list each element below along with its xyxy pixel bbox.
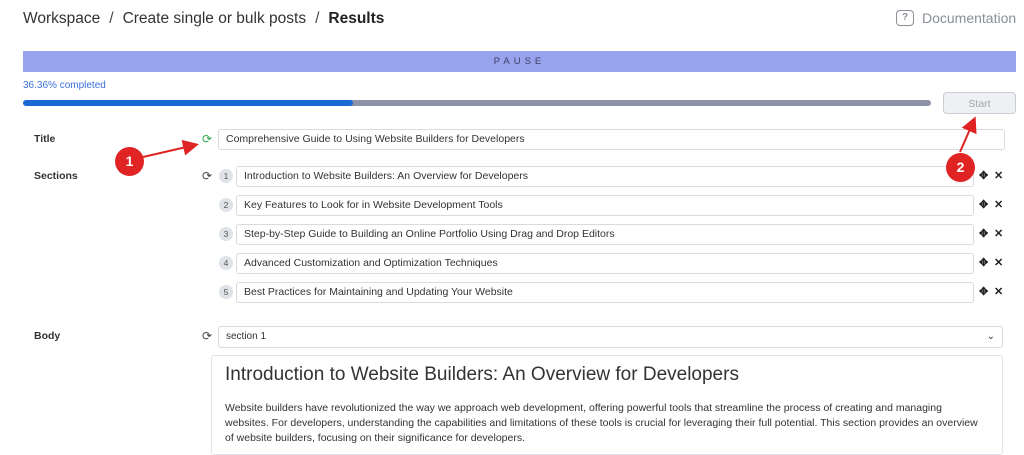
annotation-arrow-1 [142, 139, 199, 158]
annotation-badge-1: 1 [115, 147, 144, 176]
annotation-arrows [142, 116, 977, 158]
annotation-arrow-2 [959, 116, 977, 153]
annotation-badge-2: 2 [946, 153, 975, 182]
